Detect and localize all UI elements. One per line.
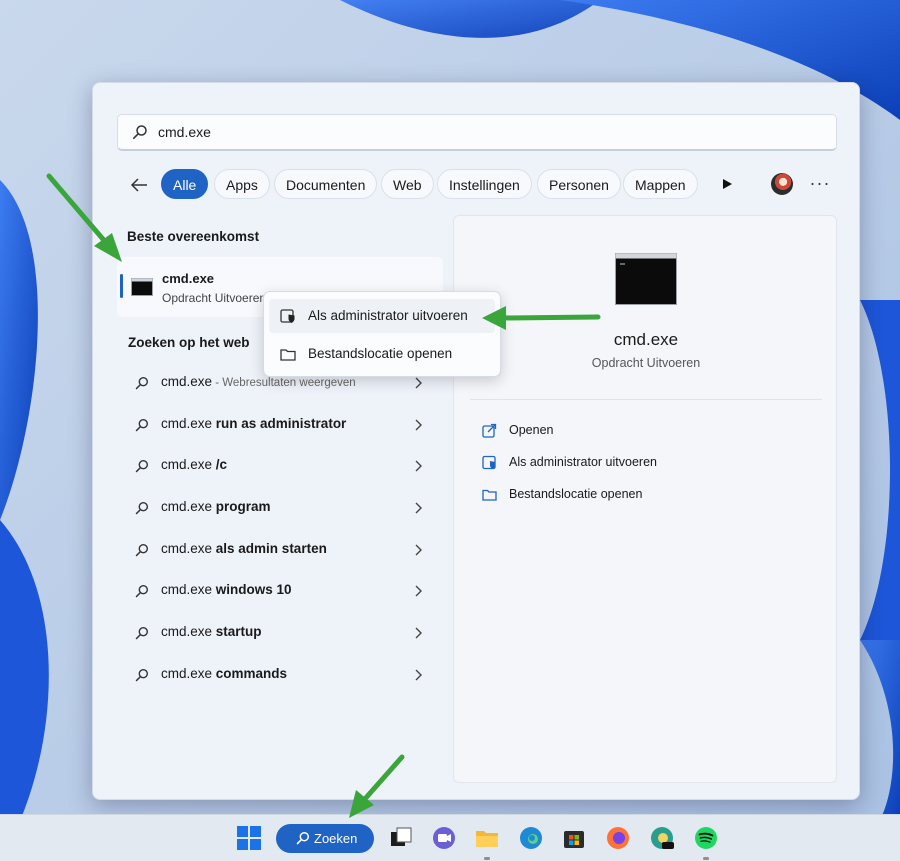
taskbar: Zoeken xyxy=(0,814,900,861)
action-open-location-label: Bestandslocatie openen xyxy=(509,487,643,501)
edge-browser-icon[interactable] xyxy=(518,825,544,851)
command-prompt-icon xyxy=(615,253,677,305)
search-icon xyxy=(132,125,147,139)
menu-item-label: Bestandslocatie openen xyxy=(308,346,453,361)
more-filters-play-icon[interactable] xyxy=(721,178,733,190)
filter-instellingen[interactable]: Instellingen xyxy=(437,169,532,199)
firefox-icon[interactable] xyxy=(605,825,631,851)
filter-mappen[interactable]: Mappen xyxy=(623,169,698,199)
open-external-icon xyxy=(482,423,497,438)
divider xyxy=(470,399,822,400)
action-run-as-admin[interactable]: Als administrator uitvoeren xyxy=(482,453,782,473)
running-indicator xyxy=(484,857,490,860)
chevron-right-icon xyxy=(415,502,422,514)
microsoft-store-icon[interactable] xyxy=(561,825,587,851)
best-match-name: cmd.exe xyxy=(162,271,215,286)
list-item[interactable]: cmd.exe run as administrator xyxy=(117,404,443,446)
result-details-pane: cmd.exe Opdracht Uitvoeren Openen Als ad… xyxy=(453,215,837,783)
chevron-right-icon xyxy=(415,460,422,472)
list-item[interactable]: cmd.exe commands xyxy=(117,654,443,696)
action-open[interactable]: Openen xyxy=(482,421,782,441)
search-icon xyxy=(135,627,149,640)
task-view-icon[interactable] xyxy=(388,825,414,851)
back-arrow-icon[interactable] xyxy=(129,175,149,195)
chevron-right-icon xyxy=(415,419,422,431)
action-open-label: Openen xyxy=(509,423,554,437)
details-app-name: cmd.exe xyxy=(613,330,679,349)
menu-item-run-as-admin[interactable]: Als administrator uitvoeren xyxy=(269,299,495,333)
filter-apps[interactable]: Apps xyxy=(214,169,270,199)
filter-alle[interactable]: Alle xyxy=(161,169,209,199)
more-options-icon[interactable]: ··· xyxy=(809,173,831,195)
chevron-right-icon xyxy=(415,627,422,639)
search-input[interactable]: cmd.exe xyxy=(117,114,837,151)
action-open-location[interactable]: Bestandslocatie openen xyxy=(482,485,782,505)
search-icon xyxy=(296,831,310,845)
selection-indicator xyxy=(120,274,123,298)
avatar[interactable] xyxy=(771,173,793,195)
admin-shield-icon xyxy=(280,309,295,323)
web-result-text: cmd.exe windows 10 xyxy=(161,582,292,598)
chevron-right-icon xyxy=(415,377,422,389)
web-search-heading: Zoeken op het web xyxy=(128,335,250,350)
search-icon xyxy=(135,585,149,598)
chevron-right-icon xyxy=(415,585,422,597)
search-icon xyxy=(135,543,149,556)
context-menu: Als administrator uitvoeren Bestandsloca… xyxy=(263,291,501,377)
web-results-list: cmd.exe - Webresultaten weergeven cmd.ex… xyxy=(117,362,443,696)
spotify-icon[interactable] xyxy=(693,825,719,851)
filter-web[interactable]: Web xyxy=(381,169,434,199)
running-indicator xyxy=(703,857,709,860)
search-icon xyxy=(135,502,149,515)
file-explorer-icon[interactable] xyxy=(474,825,500,851)
list-item[interactable]: cmd.exe windows 10 xyxy=(117,570,443,612)
chevron-right-icon xyxy=(415,669,422,681)
search-icon xyxy=(135,376,149,390)
action-run-as-admin-label: Als administrator uitvoeren xyxy=(509,455,657,469)
menu-item-open-location[interactable]: Bestandslocatie openen xyxy=(269,337,495,371)
web-result-text: cmd.exe run as administrator xyxy=(161,415,347,431)
web-result-text: cmd.exe program xyxy=(161,499,271,515)
list-item[interactable]: cmd.exe program xyxy=(117,487,443,529)
best-match-heading: Beste overeenkomst xyxy=(127,229,260,244)
chevron-right-icon xyxy=(415,544,422,556)
list-item[interactable]: cmd.exe /c xyxy=(117,445,443,487)
web-result-text: cmd.exe commands xyxy=(161,665,288,681)
folder-icon xyxy=(280,349,296,361)
web-result-text: cmd.exe /c xyxy=(161,457,228,473)
taskbar-search-button[interactable]: Zoeken xyxy=(276,824,374,853)
details-app-type: Opdracht Uitvoeren xyxy=(591,356,701,370)
web-result-text: cmd.exe startup xyxy=(161,624,262,640)
edge-canary-icon[interactable] xyxy=(649,825,675,851)
teams-chat-icon[interactable] xyxy=(431,825,457,851)
best-match-type: Opdracht Uitvoeren xyxy=(162,291,267,305)
search-icon xyxy=(135,418,149,431)
search-icon xyxy=(135,460,149,473)
filter-bar: Alle Apps Documenten Web Instellingen Pe… xyxy=(93,169,861,201)
web-result-text: cmd.exe als admin starten xyxy=(161,540,327,556)
filter-documenten[interactable]: Documenten xyxy=(274,169,378,199)
start-search-panel: cmd.exe Alle Apps Documenten Web Instell… xyxy=(92,82,860,800)
list-item[interactable]: cmd.exe als admin starten xyxy=(117,529,443,571)
admin-shield-icon xyxy=(482,455,496,470)
search-icon xyxy=(135,668,149,682)
command-prompt-icon xyxy=(131,278,153,296)
search-query: cmd.exe xyxy=(158,124,211,140)
menu-item-label: Als administrator uitvoeren xyxy=(308,308,468,323)
folder-icon xyxy=(482,489,497,501)
list-item[interactable]: cmd.exe startup xyxy=(117,612,443,654)
windows-start-icon[interactable] xyxy=(236,825,262,851)
filter-personen[interactable]: Personen xyxy=(537,169,621,199)
taskbar-search-label: Zoeken xyxy=(314,831,358,846)
